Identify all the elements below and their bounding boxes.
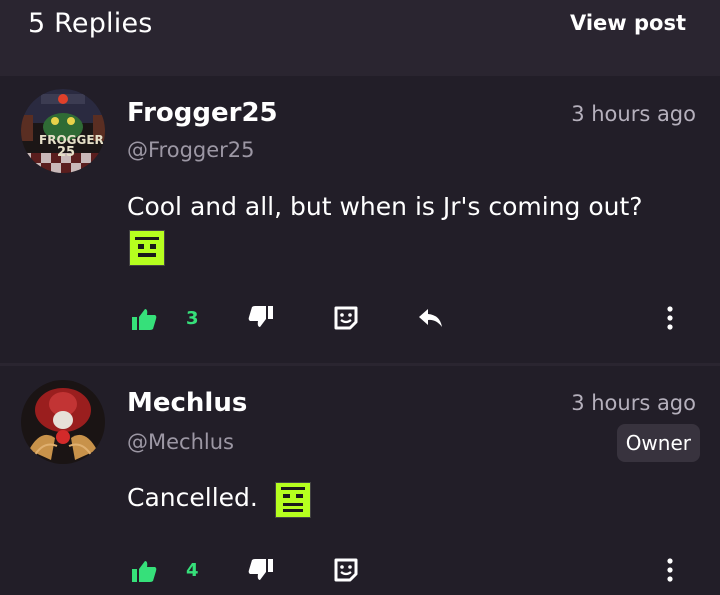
- frogger-avatar-image: FROGGER 25: [21, 89, 105, 173]
- replies-header: 5 Replies View post: [0, 0, 720, 74]
- reaction-icon[interactable]: [331, 555, 361, 585]
- comment-card: FROGGER 25 Frogger25 @Frogger25 3 hours …: [0, 76, 720, 363]
- comment-card: Mechlus @Mechlus 3 hours ago Owner Cance…: [0, 366, 720, 595]
- thumbs-up-icon[interactable]: [129, 556, 159, 586]
- view-post-button[interactable]: View post: [570, 11, 686, 35]
- comment-handle: @Frogger25: [127, 138, 255, 162]
- thumbs-down-icon[interactable]: [246, 555, 276, 585]
- reaction-icon[interactable]: [331, 303, 361, 333]
- avatar[interactable]: [21, 380, 105, 464]
- comment-handle: @Mechlus: [127, 430, 234, 454]
- comment-username[interactable]: Frogger25: [127, 98, 278, 128]
- more-icon[interactable]: [655, 303, 685, 333]
- like-count: 3: [186, 308, 199, 329]
- green-square-face-emoji: [129, 230, 165, 266]
- comment-timestamp: 3 hours ago: [571, 391, 696, 415]
- like-count: 4: [186, 560, 199, 581]
- comment-text: Cancelled.: [127, 483, 258, 512]
- reply-icon[interactable]: [415, 303, 445, 333]
- comment-timestamp: 3 hours ago: [571, 102, 696, 126]
- green-square-face-emoji: [275, 482, 311, 518]
- thumbs-down-icon[interactable]: [246, 302, 276, 332]
- comment-text: Cool and all, but when is Jr's coming ou…: [127, 192, 643, 221]
- replies-count: 5 Replies: [28, 8, 153, 39]
- thumbs-up-icon[interactable]: [129, 304, 159, 334]
- avatar[interactable]: FROGGER 25: [21, 89, 105, 173]
- mechlus-avatar-image: [21, 380, 105, 464]
- more-icon[interactable]: [655, 555, 685, 585]
- avatar-text-25: 25: [57, 145, 75, 160]
- comment-username[interactable]: Mechlus: [127, 388, 247, 418]
- owner-badge: Owner: [616, 424, 700, 462]
